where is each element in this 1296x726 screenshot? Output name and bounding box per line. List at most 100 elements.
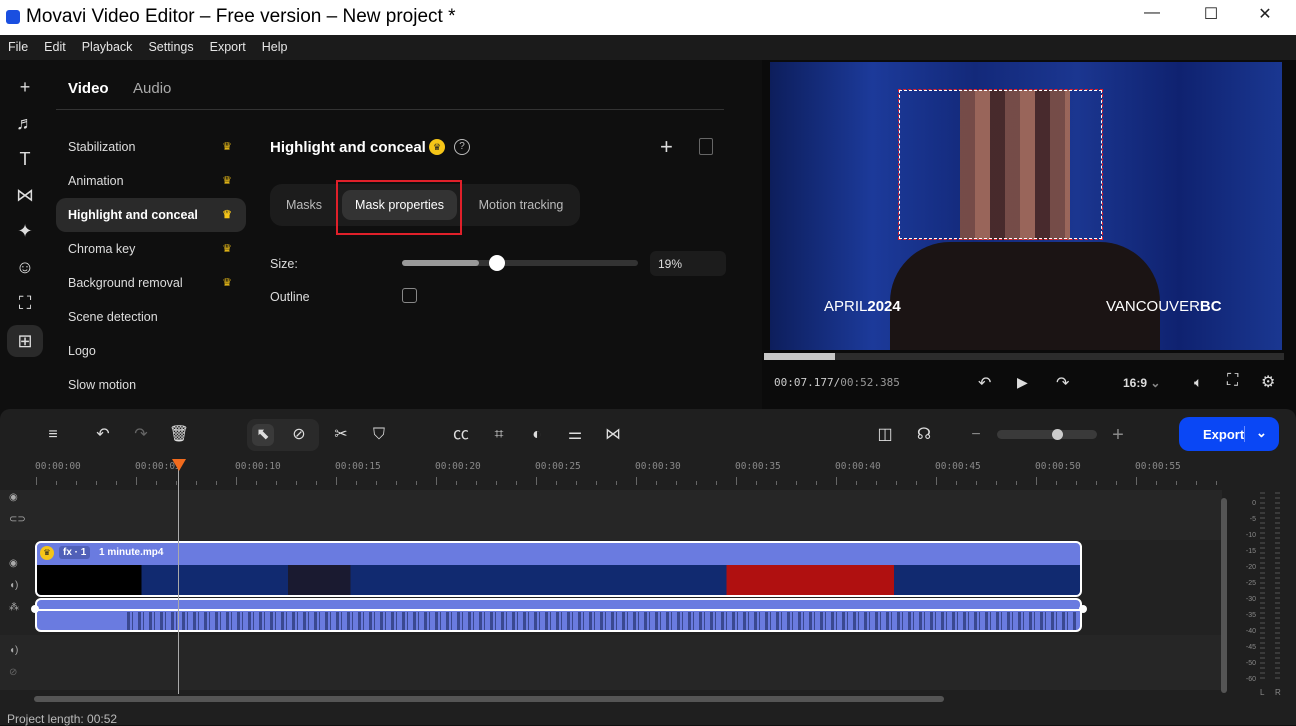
music-icon[interactable]: ♬ (12, 110, 38, 136)
ruler-tick (856, 481, 857, 485)
ruler-tick (776, 481, 777, 485)
redo-icon[interactable]: ↷ (130, 424, 152, 446)
step-back-icon[interactable]: ↶ (978, 373, 991, 393)
panel-title: Highlight and conceal (270, 139, 426, 156)
store-icon[interactable]: ⛶ (12, 290, 38, 316)
sparkle-icon[interactable]: ✦ (12, 218, 38, 244)
captions-icon[interactable]: ㏄ (450, 424, 472, 446)
help-icon[interactable]: ? (454, 139, 470, 155)
transition-tool-icon[interactable]: ⋈ (602, 424, 624, 446)
menu-export[interactable]: Export (202, 35, 254, 60)
play-icon[interactable]: ▶ (1017, 374, 1028, 391)
undo-icon[interactable]: ↶ (92, 424, 114, 446)
delete-mask-icon[interactable] (699, 138, 713, 155)
clip-effects-icon[interactable]: ⁂ (9, 602, 19, 613)
zoom-in-icon[interactable]: + (1107, 424, 1129, 446)
close-button[interactable]: ✕ (1250, 4, 1280, 24)
sticker-icon[interactable]: ☺ (12, 254, 38, 280)
menu-help[interactable]: Help (254, 35, 296, 60)
ruler-tick (936, 477, 937, 485)
fade-in-handle[interactable] (31, 605, 39, 613)
feature-item[interactable]: Stabilization ♛ (56, 130, 246, 164)
feature-item[interactable]: Highlight and conceal ♛ (56, 198, 246, 232)
blade-tool-icon[interactable]: ⊘ (288, 424, 310, 446)
timeline-zoom-slider[interactable] (997, 429, 1097, 440)
add-mask-icon[interactable]: + (660, 134, 673, 160)
outline-checkbox[interactable] (402, 288, 417, 303)
subtab-masks[interactable]: Masks (276, 190, 332, 220)
clip-audio-icon[interactable]: ◖) (9, 580, 18, 591)
magnet-icon[interactable]: ☊ (913, 424, 935, 446)
tab-video[interactable]: Video (68, 80, 109, 97)
ruler-tick (896, 481, 897, 485)
horizontal-scrollbar[interactable] (34, 696, 944, 702)
window-title: Movavi Video Editor – Free version – New… (26, 6, 456, 27)
playhead-handle[interactable] (172, 459, 186, 471)
fullscreen-icon[interactable]: ⛶ (1227, 372, 1238, 390)
color-adjust-icon[interactable]: ◐ (526, 424, 548, 446)
export-button[interactable]: Export ⌄ (1179, 417, 1279, 451)
track-link-icon[interactable]: ⊂⊃ (9, 514, 26, 525)
export-dropdown-icon[interactable]: ⌄ (1256, 425, 1267, 441)
volume-icon[interactable]: 🔈︎ (1194, 374, 1202, 391)
preview-scrubber[interactable] (764, 353, 1284, 360)
properties-icon[interactable]: ⚌ (564, 424, 586, 446)
ruler-tick (836, 477, 837, 485)
title-bar: Movavi Video Editor – Free version – New… (0, 0, 1296, 35)
more-tools-icon[interactable]: ⊞ (7, 325, 43, 357)
zoom-slider-handle[interactable] (1052, 429, 1063, 440)
meter-label: -20 (1245, 564, 1256, 571)
menu-settings[interactable]: Settings (140, 35, 201, 60)
feature-label: Stabilization (68, 140, 136, 154)
zoom-out-icon[interactable]: − (965, 424, 987, 446)
ruler-tick (916, 481, 917, 485)
unlink-icon[interactable]: ⊘ (9, 667, 17, 678)
add-media-icon[interactable]: + (12, 74, 38, 100)
size-slider-handle[interactable] (488, 255, 505, 271)
delete-icon[interactable]: 🗑︎ (168, 424, 190, 446)
settings-gear-icon[interactable]: ⚙ (1261, 372, 1275, 392)
minimize-button[interactable]: — (1137, 4, 1167, 22)
ruler-tick-label: 00:00:40 (835, 461, 881, 472)
select-tool-icon[interactable]: ⬉ (252, 424, 274, 446)
menu-playback[interactable]: Playback (74, 35, 141, 60)
step-forward-icon[interactable]: ↷ (1056, 373, 1069, 393)
menu-file[interactable]: File (0, 35, 36, 60)
ruler-tick (636, 477, 637, 485)
feature-item[interactable]: Scene detection (56, 300, 246, 334)
marker-icon[interactable]: ⛉ (368, 424, 390, 446)
vertical-scrollbar[interactable] (1221, 498, 1227, 693)
feature-item[interactable]: Background removal ♛ (56, 266, 246, 300)
ruler-tick (256, 481, 257, 485)
subtab-motion-tracking[interactable]: Motion tracking (466, 190, 576, 220)
meter-label: -25 (1245, 580, 1256, 587)
transitions-icon[interactable]: ⋈ (12, 182, 38, 208)
add-track-icon[interactable]: ≡ (42, 424, 64, 446)
clip-visibility-icon[interactable]: ◉ (9, 558, 18, 569)
text-icon[interactable]: T (12, 146, 38, 172)
ruler-tick (1116, 481, 1117, 485)
maximize-button[interactable]: ☐ (1196, 4, 1226, 24)
size-value-input[interactable]: 19% (650, 251, 726, 276)
menu-edit[interactable]: Edit (36, 35, 74, 60)
crop-icon[interactable]: ⌗ (488, 424, 510, 446)
audio-track-icon[interactable]: ◖) (9, 645, 18, 656)
audio-detach-icon[interactable]: ◫ (874, 424, 896, 446)
clip-fx-badge[interactable]: fx · 1 (59, 546, 91, 559)
cut-icon[interactable]: ✂ (330, 424, 352, 446)
track-visibility-icon[interactable]: ◉ (9, 492, 18, 503)
feature-item[interactable]: Chroma key ♛ (56, 232, 246, 266)
meter-bar (1260, 492, 1265, 682)
feature-item[interactable]: Logo (56, 334, 246, 368)
video-clip[interactable]: ♛ fx · 1 1 minute.mp4 (35, 541, 1082, 597)
volume-line[interactable] (37, 609, 1080, 611)
caption-left: APRIL2024 (824, 298, 901, 315)
feature-item[interactable]: Animation ♛ (56, 164, 246, 198)
tab-audio[interactable]: Audio (133, 80, 171, 97)
feature-item[interactable]: Slow motion (56, 368, 246, 402)
audio-clip[interactable] (35, 598, 1082, 632)
mask-rectangle[interactable] (898, 89, 1103, 240)
size-slider[interactable] (402, 255, 638, 271)
aspect-ratio-select[interactable]: 16:9 ⌄ (1123, 376, 1160, 390)
fade-out-handle[interactable] (1079, 605, 1087, 613)
